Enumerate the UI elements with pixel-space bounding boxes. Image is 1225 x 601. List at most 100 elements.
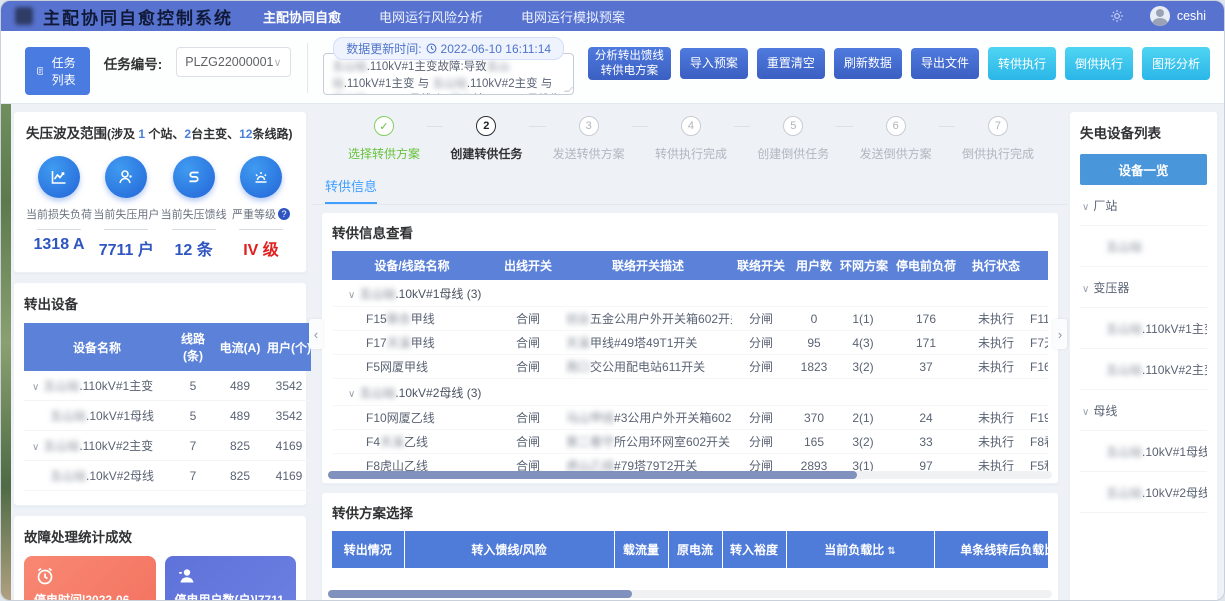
chevron-down-icon[interactable]: ∨ [32, 442, 39, 453]
resize-handle[interactable] [563, 87, 573, 92]
chevron-down-icon: ∨ [1082, 202, 1089, 213]
step-send-reverse-plan[interactable]: 6 发送倒供方案 [853, 116, 939, 162]
col-user-count: 用户数 [790, 251, 838, 280]
nav-tab-self-healing[interactable]: 主配协同自愈 [261, 0, 343, 33]
table-row[interactable]: ∨五山站.110kV#1主变 5 489 3542 [24, 371, 311, 401]
stat-lost-feeders: 当前失压馈线 12 条 [161, 156, 227, 260]
step-select-plan[interactable]: ✓ 选择转供方案 [341, 116, 427, 162]
tab-transfer-info[interactable]: 转供信息 [325, 176, 377, 204]
reset-clear-button[interactable]: 重置清空 [757, 48, 825, 79]
transfer-info-table: 设备/线路名称 出线开关 联络开关描述 联络开关 用户数 环网方案 停电前负荷 … [332, 251, 1048, 478]
line-chart-icon [49, 167, 69, 187]
chevron-down-icon: ∨ [1082, 407, 1089, 418]
tree-group-station[interactable]: ∨厂站 [1080, 185, 1207, 226]
col-current: 电流(A) [216, 323, 264, 371]
chevron-down-icon: ∨ [348, 290, 355, 301]
table-row[interactable]: ∨五山站.110kV#2主变 7 825 4169 [24, 431, 311, 461]
transfer-plan-panel: 转供方案选择 转出情况 转入馈线/风险 载流量 原电流 转入裕度 当前负载比⇅ [321, 492, 1059, 601]
col-lines: 线路(条) [170, 323, 216, 371]
col-current-load-ratio[interactable]: 当前负载比⇅ [786, 531, 934, 568]
stat-lost-users: 当前失压用户 7711 户 [93, 156, 159, 260]
step-transfer-done[interactable]: 4 转供执行完成 [648, 116, 734, 162]
group-row[interactable]: ∨五山站.10kV#1母线 (3) [332, 280, 1048, 307]
fault-stats-panel: 故障处理统计成效 停电时间|2022-06-10 16:11 复电时间| 停电用… [13, 515, 307, 601]
step-create-task[interactable]: 2 创建转供任务 [443, 116, 529, 162]
process-stepper: ✓ 选择转供方案 2 创建转供任务 3 发送转供方案 4 [311, 104, 1067, 166]
check-icon: ✓ [374, 116, 394, 136]
col-transfer-out: 转出情况 [332, 531, 404, 568]
table-row[interactable]: F4天溪乙线 合闸 第二看守所公用环网室602开关 分闸 165 3(2) 33… [332, 430, 1048, 454]
group-row[interactable]: ∨五山站.10kV#2母线 (3) [332, 379, 1048, 406]
gear-icon[interactable] [1110, 9, 1124, 23]
clock-icon [426, 43, 437, 54]
horizontal-scrollbar[interactable] [328, 471, 1052, 479]
transfer-plan-table: 转出情况 转入馈线/风险 载流量 原电流 转入裕度 当前负载比⇅ 单条线转后负载… [332, 531, 1048, 568]
tree-item[interactable]: 五山站.110kV#1主变 [1080, 308, 1207, 349]
table-row[interactable]: 五山站.10kV#1母线 5 489 3542 [24, 401, 311, 431]
task-no-select[interactable]: PLZG22000001 ∨ [176, 47, 290, 77]
analyze-transfer-plan-button[interactable]: 分析转出馈线 转供电方案 [588, 47, 671, 80]
table-row[interactable]: F5网厦甲线 合闸 周口交公用配电站611开关 分闸 1823 3(2) 37 … [332, 355, 1048, 379]
step-reverse-done[interactable]: 7 倒供执行完成 [955, 116, 1041, 162]
horizontal-scrollbar[interactable] [328, 590, 1052, 598]
nav-tab-risk-analysis[interactable]: 电网运行风险分析 [377, 0, 485, 33]
username: ceshi [1177, 9, 1206, 23]
step-create-reverse-task[interactable]: 5 创建倒供任务 [750, 116, 836, 162]
table-row[interactable]: F17天溪甲线 合闸 天溪甲线#49塔49T1开关 分闸 95 4(3) 171… [332, 331, 1048, 355]
right-sidebar: 失电设备列表 设备一览 ∨厂站 五山站 ∨变压器 五山站.110kV#1主变 五… [1067, 104, 1224, 601]
reverse-execute-button[interactable]: 倒供执行 [1065, 47, 1133, 80]
toolbar-buttons: 分析转出馈线 转供电方案 导入预案 重置清空 刷新数据 导出文件 转供执行 倒供… [588, 47, 1210, 80]
center-tabstrip: 转供信息 [311, 168, 1067, 205]
outage-time-card: 停电时间|2022-06-10 16:11 复电时间| [24, 556, 156, 601]
data-update-time: 数据更新时间: 2022-06-10 16:11:14 [333, 37, 564, 60]
transfer-execute-button[interactable]: 转供执行 [988, 47, 1056, 80]
refresh-data-button[interactable]: 刷新数据 [834, 48, 902, 79]
chevron-down-icon[interactable]: ∨ [32, 382, 39, 393]
user-menu[interactable]: ceshi [1150, 6, 1206, 26]
avatar [1150, 6, 1170, 26]
main-content: ✓ 选择转供方案 2 创建转供任务 3 发送转供方案 4 [311, 104, 1067, 601]
transfer-out-devices-panel: 转出设备 设备名称 线路(条) 电流(A) 用户(个) ∨五山站.110kV#1… [13, 282, 307, 506]
document-icon [37, 65, 43, 77]
col-loop-plan: 环网方案 [838, 251, 888, 280]
table-row[interactable]: F10网厦乙线 合闸 马山甲线#3公用户外开关箱602开关 分闸 370 2(1… [332, 406, 1048, 430]
col-single-line-ratio[interactable]: 单条线转后负载比⇅ [934, 531, 1048, 568]
step-send-plan[interactable]: 3 发送转供方案 [546, 116, 632, 162]
app-logo [15, 7, 33, 25]
tree-group-busbar[interactable]: ∨母线 [1080, 390, 1207, 431]
transfer-info-panel: 转供信息查看 设备/线路名称 出线开关 联络开关描述 联络开关 用户数 环网方案 [321, 212, 1059, 484]
task-list-label: 任务列表 [49, 54, 77, 88]
collapse-right-handle[interactable]: › [1053, 319, 1067, 349]
divider [307, 43, 308, 93]
col-ampacity: 载流量 [614, 531, 668, 568]
col-device-line-name: 设备/线路名称 [332, 251, 492, 280]
col-pre-outage-load: 停电前负荷 [888, 251, 964, 280]
import-plan-button[interactable]: 导入预案 [680, 48, 748, 79]
graph-analysis-button[interactable]: 图形分析 [1142, 47, 1210, 80]
top-nav: 主配协同自愈控制系统 主配协同自愈 电网运行风险分析 电网运行模拟预案 cesh… [1, 1, 1224, 31]
table-row[interactable]: 五山站.10kV#2母线 7 825 4169 [24, 461, 311, 491]
device-overview-header[interactable]: 设备一览 [1080, 154, 1207, 185]
task-list-button[interactable]: 任务列表 [25, 47, 90, 95]
devices-table: 设备名称 线路(条) 电流(A) 用户(个) ∨五山站.110kV#1主变 5 … [24, 323, 311, 491]
app-window: 主配协同自愈控制系统 主配协同自愈 电网运行风险分析 电网运行模拟预案 cesh… [0, 0, 1225, 601]
device-tree: ∨厂站 五山站 ∨变压器 五山站.110kV#1主变 五山站.110kV#2主变… [1080, 185, 1207, 513]
fault-stats-title: 故障处理统计成效 [24, 526, 296, 546]
nav-tab-simulation[interactable]: 电网运行模拟预案 [519, 0, 627, 33]
user-icon [116, 167, 136, 187]
col-transfer-feeder: 转供馈线 [1028, 251, 1048, 280]
update-time-value: 2022-06-10 16:11:14 [441, 42, 552, 56]
help-icon[interactable]: ? [278, 208, 290, 220]
tree-item[interactable]: 五山站.10kV#2母线 [1080, 472, 1207, 513]
tree-item[interactable]: 五山站.110kV#2主变 [1080, 349, 1207, 390]
col-tie-switch-desc: 联络开关描述 [564, 251, 732, 280]
tree-item[interactable]: 五山站 [1080, 226, 1207, 267]
tree-group-transformer[interactable]: ∨变压器 [1080, 267, 1207, 308]
app-title: 主配协同自愈控制系统 [43, 4, 233, 29]
table-row[interactable]: F15联合甲线 合闸 创业五金公用户外开关箱602开关 分闸 0 1(1) 17… [332, 307, 1048, 331]
export-file-button[interactable]: 导出文件 [911, 48, 979, 79]
tree-item[interactable]: 五山站.10kV#1母线 [1080, 431, 1207, 472]
feeder-icon [185, 168, 203, 186]
collapse-left-handle[interactable]: ‹ [309, 319, 323, 349]
stat-severity: 严重等级? IV 级 [228, 156, 294, 260]
